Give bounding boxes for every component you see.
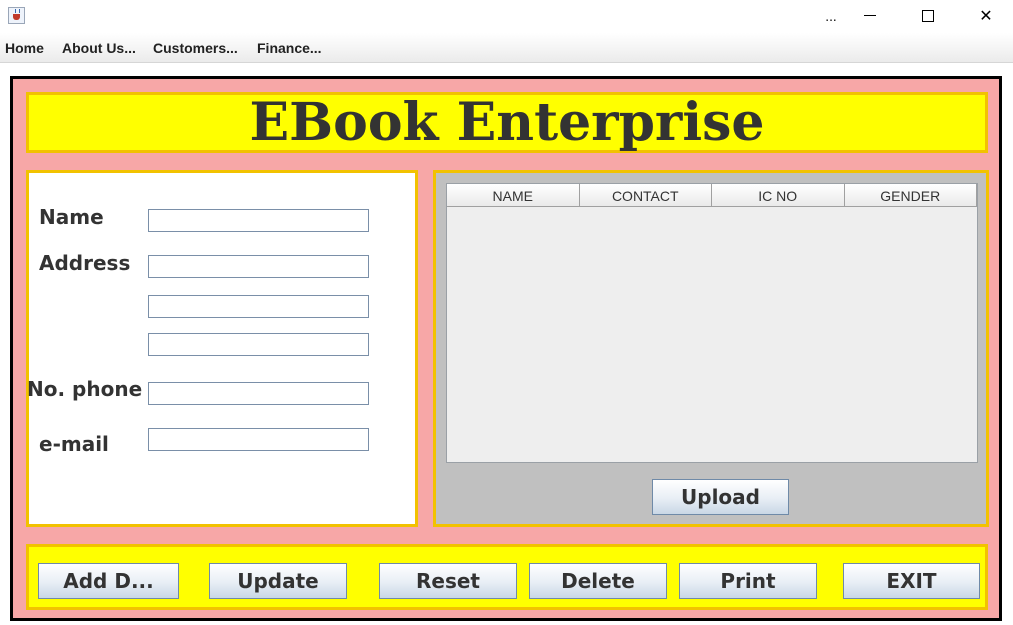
address-line2-field[interactable] [148,295,369,318]
column-header-gender[interactable]: GENDER [844,184,977,207]
window-overflow-label: ... [825,10,837,24]
phone-field[interactable] [148,382,369,405]
exit-button[interactable]: EXIT [843,563,980,599]
java-cup-icon[interactable] [8,7,25,24]
window-titlebar: ... ✕ [0,0,1013,32]
table-body[interactable] [447,208,977,462]
column-header-contact[interactable]: CONTACT [579,184,712,207]
print-button[interactable]: Print [679,563,817,599]
name-field[interactable] [148,209,369,232]
minimize-icon[interactable] [848,0,894,32]
menu-item-home[interactable]: Home [5,40,44,56]
address-line1-field[interactable] [148,255,369,278]
address-line3-field[interactable] [148,333,369,356]
name-label: Name [39,205,104,229]
address-label: Address [39,251,131,275]
update-button[interactable]: Update [209,563,347,599]
menu-item-customers[interactable]: Customers... [153,40,238,56]
menu-item-finance[interactable]: Finance... [257,40,322,56]
phone-label: No. phone [27,377,143,401]
upload-button[interactable]: Upload [652,479,789,515]
customer-table-panel: NAME CONTACT IC NO GENDER Upload [433,170,989,527]
email-field[interactable] [148,428,369,451]
delete-button[interactable]: Delete [529,563,667,599]
column-header-name[interactable]: NAME [447,184,580,207]
action-button-panel: Add D... Update Reset Delete Print EXIT [26,544,988,610]
maximize-icon[interactable] [905,0,951,32]
menu-bar: Home About Us... Customers... Finance... [0,33,1013,63]
table-header: NAME CONTACT IC NO GENDER [447,184,977,208]
customer-form-panel: Name Address No. phone e-mail [26,170,418,527]
reset-button[interactable]: Reset [379,563,517,599]
add-data-button[interactable]: Add D... [38,563,179,599]
column-header-ic-no[interactable]: IC NO [712,184,845,207]
cup-mark [13,14,20,20]
main-frame: EBook Enterprise Name Address No. phone … [10,76,1002,621]
page-title: EBook Enterprise [249,92,765,153]
email-label: e-mail [39,432,109,456]
menu-item-about-us[interactable]: About Us... [62,40,136,56]
close-icon[interactable]: ✕ [963,0,1009,32]
customer-table[interactable]: NAME CONTACT IC NO GENDER [446,183,978,463]
title-panel: EBook Enterprise [26,92,988,153]
steam-mark [15,9,20,13]
